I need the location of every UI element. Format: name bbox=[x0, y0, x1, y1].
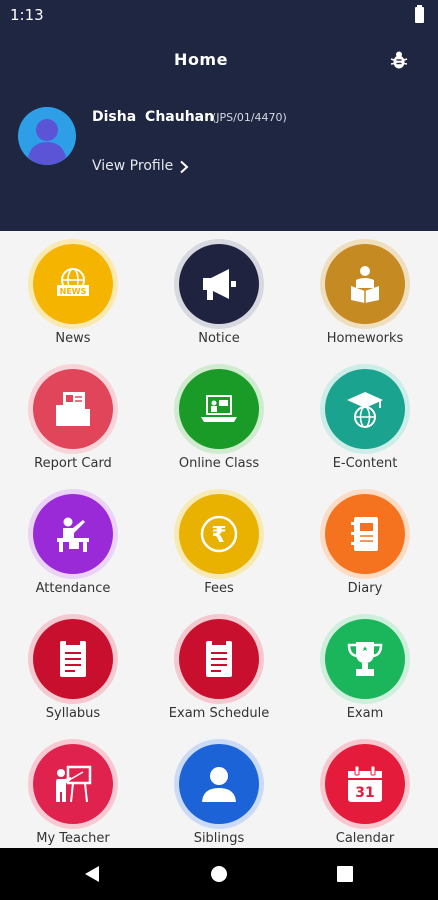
calendar-icon: 31 bbox=[325, 744, 405, 824]
reading-student-icon bbox=[325, 244, 405, 324]
tile-syllabus[interactable]: Syllabus bbox=[0, 606, 146, 731]
status-time: 1:13 bbox=[10, 6, 44, 24]
tile-label: News bbox=[55, 331, 91, 346]
home-icon[interactable] bbox=[211, 866, 227, 882]
system-nav-bar bbox=[0, 848, 438, 900]
document-icon bbox=[33, 619, 113, 699]
tile-label: Siblings bbox=[193, 831, 245, 846]
calendar-day-number: 31 bbox=[355, 785, 374, 801]
chevron-right-icon[interactable] bbox=[178, 160, 190, 174]
tile-label: Report Card bbox=[34, 456, 112, 471]
bug-report-icon[interactable] bbox=[390, 50, 408, 70]
tile-diary[interactable]: Diary bbox=[292, 481, 438, 606]
view-profile-link[interactable]: View Profile bbox=[92, 158, 173, 174]
person-icon bbox=[179, 744, 259, 824]
tile-label: Calendar bbox=[335, 831, 395, 846]
page-title: Home bbox=[174, 50, 228, 69]
tile-news[interactable]: NEWS News bbox=[0, 231, 146, 356]
teacher-desk-icon bbox=[33, 494, 113, 574]
tile-my-teacher[interactable]: My Teacher bbox=[0, 731, 146, 848]
svg-text:NEWS: NEWS bbox=[60, 287, 87, 296]
svg-text:₹: ₹ bbox=[211, 523, 226, 548]
tile-label: E-Content bbox=[332, 456, 398, 471]
header: Home Disha Chauhan (JPS/01/4470) View Pr… bbox=[0, 32, 438, 231]
diary-icon bbox=[325, 494, 405, 574]
tile-calendar[interactable]: 31 Calendar bbox=[292, 731, 438, 848]
rupee-icon: ₹ bbox=[179, 494, 259, 574]
battery-icon bbox=[415, 5, 424, 23]
trophy-icon bbox=[325, 619, 405, 699]
recents-icon[interactable] bbox=[337, 866, 353, 882]
tile-label: Exam bbox=[346, 706, 384, 721]
feature-grid: NEWS News Notice Homeworks Report Card O… bbox=[0, 231, 438, 848]
user-id: (JPS/01/4470) bbox=[212, 111, 287, 124]
document-icon bbox=[179, 619, 259, 699]
tile-attendance[interactable]: Attendance bbox=[0, 481, 146, 606]
laptop-class-icon bbox=[179, 369, 259, 449]
tile-label: Online Class bbox=[178, 456, 260, 471]
tile-label: Notice bbox=[198, 331, 240, 346]
teacher-board-icon bbox=[33, 744, 113, 824]
tile-siblings[interactable]: Siblings bbox=[146, 731, 292, 848]
tile-label: Homeworks bbox=[326, 331, 404, 346]
tile-homeworks[interactable]: Homeworks bbox=[292, 231, 438, 356]
megaphone-icon bbox=[179, 244, 259, 324]
graduation-globe-icon bbox=[325, 369, 405, 449]
tile-exam[interactable]: Exam bbox=[292, 606, 438, 731]
back-icon[interactable] bbox=[84, 865, 100, 883]
report-folder-icon bbox=[33, 369, 113, 449]
tile-label: Syllabus bbox=[45, 706, 101, 721]
tile-exam-schedule[interactable]: Exam Schedule bbox=[146, 606, 292, 731]
tile-label: Diary bbox=[347, 581, 383, 596]
tile-report-card[interactable]: Report Card bbox=[0, 356, 146, 481]
tile-label: My Teacher bbox=[36, 831, 110, 846]
tile-notice[interactable]: Notice bbox=[146, 231, 292, 356]
tile-online-class[interactable]: Online Class bbox=[146, 356, 292, 481]
tile-label: Exam Schedule bbox=[168, 706, 270, 721]
tile-label: Fees bbox=[204, 581, 234, 596]
tile-fees[interactable]: ₹ Fees bbox=[146, 481, 292, 606]
user-name: Disha Chauhan bbox=[92, 109, 215, 125]
tile-e-content[interactable]: E-Content bbox=[292, 356, 438, 481]
avatar[interactable] bbox=[18, 107, 76, 165]
tile-label: Attendance bbox=[35, 581, 111, 596]
status-bar: 1:13 bbox=[0, 0, 438, 32]
news-icon: NEWS bbox=[33, 244, 113, 324]
